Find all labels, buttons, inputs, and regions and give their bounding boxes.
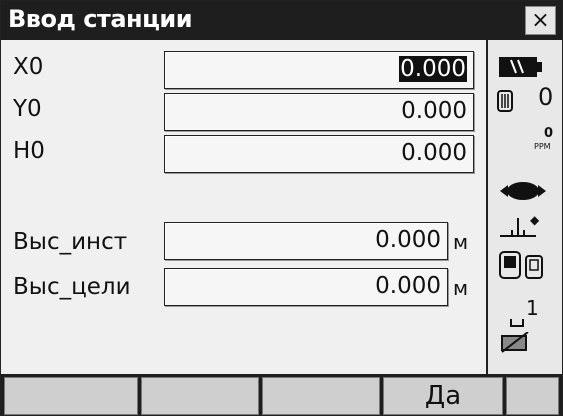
- h0-label: H0: [13, 138, 45, 164]
- x0-field[interactable]: 0.000: [164, 51, 474, 89]
- y0-field[interactable]: 0.000: [164, 93, 474, 131]
- memory-card-icon: [501, 332, 529, 353]
- softkey-bar: Да: [1, 374, 562, 415]
- softkey-5[interactable]: [506, 377, 559, 415]
- ppm-label: PPM: [534, 142, 551, 151]
- h0-field[interactable]: 0.000: [164, 135, 474, 173]
- softkey-1[interactable]: [4, 377, 138, 415]
- input-mode-icon: [510, 319, 524, 327]
- target-height-label: Выс_цели: [13, 274, 131, 300]
- instrument-height-field[interactable]: 0.000: [164, 222, 448, 260]
- ppm-value: 0: [544, 126, 554, 141]
- x0-value: 0.000: [399, 56, 467, 82]
- instrument-height-value: 0.000: [375, 227, 441, 253]
- status-bar: 0 0 PPM ◆ 1: [488, 40, 562, 374]
- window-title: Ввод станции: [8, 5, 193, 33]
- softkey-3[interactable]: [262, 377, 380, 415]
- svg-text:◆: ◆: [530, 213, 540, 227]
- prism-icon: [497, 90, 513, 112]
- target-height-value: 0.000: [375, 273, 441, 299]
- close-button[interactable]: ×: [525, 6, 556, 35]
- target-height-unit: м: [453, 276, 469, 300]
- station-input-window: Ввод станции × X0 0.000 Y0 0.000 H0 0.00…: [0, 0, 563, 416]
- prism-constant-value: 0: [538, 83, 554, 111]
- yes-button[interactable]: Да: [383, 377, 503, 415]
- softkey-2[interactable]: [141, 377, 259, 415]
- page-number: 1: [526, 296, 539, 320]
- battery-icon: [499, 57, 542, 77]
- target-height-field[interactable]: 0.000: [164, 268, 448, 306]
- title-bar: Ввод станции ×: [1, 1, 562, 40]
- h0-value: 0.000: [401, 140, 467, 166]
- instrument-height-label: Выс_инст: [13, 229, 128, 255]
- input-panel: X0 0.000 Y0 0.000 H0 0.000 Выс_инст 0.00…: [1, 40, 488, 374]
- y0-value: 0.000: [401, 98, 467, 124]
- y0-label: Y0: [13, 96, 42, 122]
- tilt-compensation-icon: ◆: [500, 213, 540, 237]
- instrument-height-unit: м: [453, 230, 469, 254]
- x0-label: X0: [13, 54, 44, 80]
- communication-icon: [499, 251, 543, 279]
- laser-pointer-icon: [500, 182, 546, 200]
